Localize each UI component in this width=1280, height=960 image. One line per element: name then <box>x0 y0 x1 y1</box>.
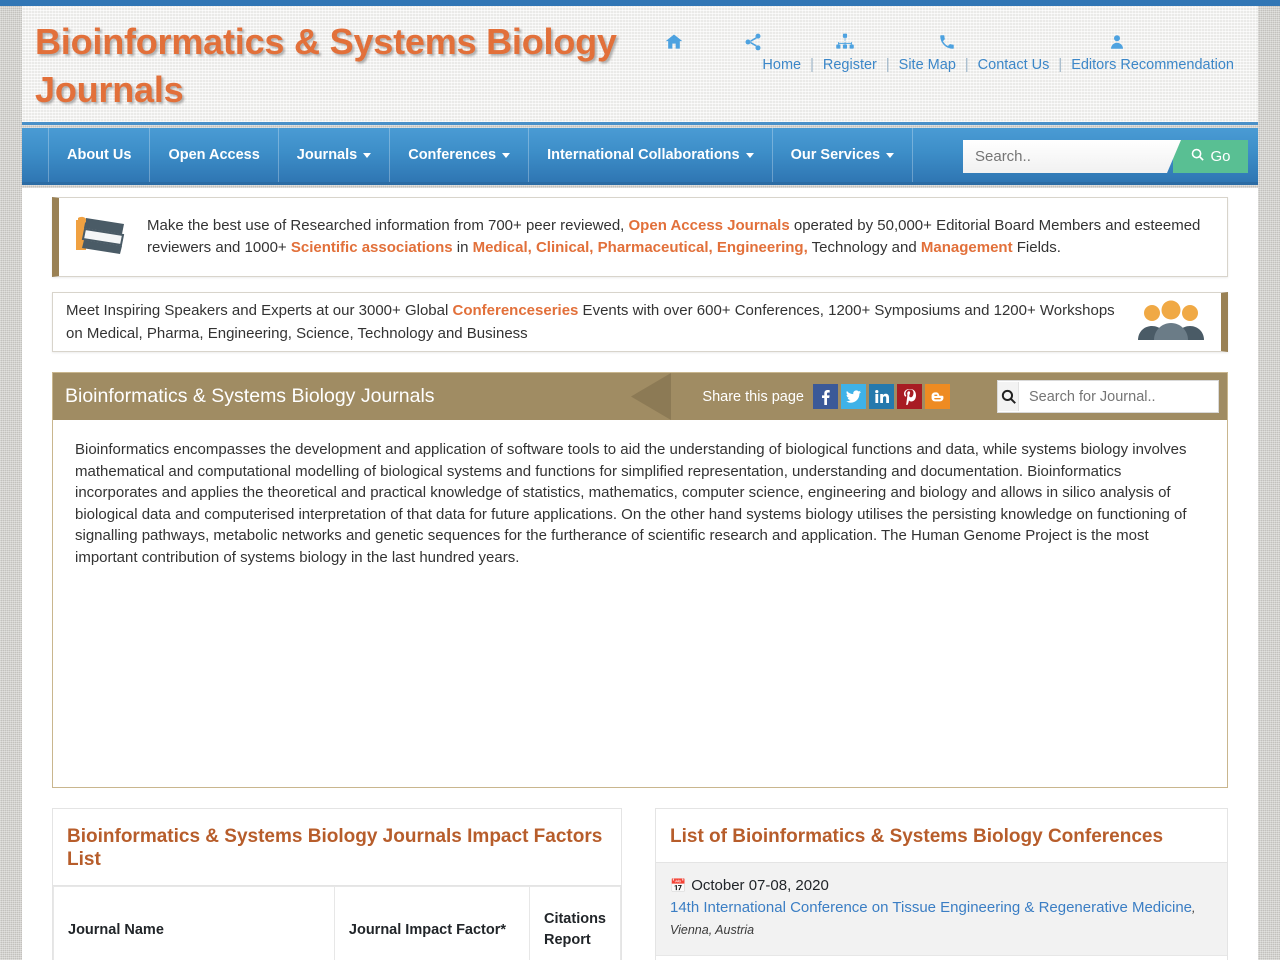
conferences-banner: Meet Inspiring Speakers and Experts at o… <box>52 292 1228 352</box>
conference-item: 📅 October 07-08, 2020 14th International C… <box>656 863 1227 956</box>
journal-search-icon[interactable] <box>998 382 1019 411</box>
header-search: Go <box>963 140 1248 173</box>
column-citations-report: Citations Report <box>528 886 622 960</box>
main-nav: About Us Open Access Journals Conferences In… <box>22 128 1258 185</box>
phone-icon[interactable] <box>894 32 999 52</box>
share-label: Share this page <box>702 388 804 405</box>
conference-title: 14th International Conference on Tissue … <box>670 897 1213 942</box>
open-access-banner-link-11[interactable]: Engineering, <box>717 239 808 256</box>
conferences-banner-text-0: Meet Inspiring Speakers and Experts at o… <box>66 302 453 319</box>
people-group-icon <box>1121 300 1221 345</box>
open-access-banner-link-3[interactable]: Scientific associations <box>291 239 453 256</box>
chevron-down-icon <box>886 152 895 158</box>
nav-item-journals[interactable]: Journals <box>279 128 391 182</box>
nav-item-about-us[interactable]: About Us <box>48 128 151 182</box>
home-icon[interactable] <box>638 32 710 52</box>
section-description: Bioinformatics encompasses the developme… <box>75 441 1187 566</box>
conference-date-label: October 07-08, 2020 <box>691 877 829 894</box>
title-bar-notch <box>631 373 671 420</box>
top-nav-link-home[interactable]: Home <box>762 57 801 73</box>
open-access-banner-text-0: Make the best use of Researched informat… <box>147 217 629 234</box>
facebook-share-icon[interactable] <box>813 384 838 409</box>
nav-item-label: Open Access <box>168 147 260 163</box>
open-access-banner-link-7[interactable]: Clinical, <box>536 239 594 256</box>
top-nav-link-register[interactable]: Register <box>823 57 877 73</box>
nav-item-label: Journals <box>296 147 358 163</box>
linkedin-share-icon[interactable] <box>869 384 894 409</box>
column-impact-factor: Journal Impact Factor* <box>333 886 530 960</box>
nav-item-label: About Us <box>67 147 132 163</box>
books-icon <box>59 212 147 263</box>
open-access-banner-text-4: in <box>452 239 473 256</box>
site-title: Bioinformatics & Systems Biology Journal… <box>35 21 617 110</box>
nav-item-international-collaborations[interactable]: International Collaborations <box>529 128 773 182</box>
search-input[interactable] <box>963 140 1181 173</box>
share-icon[interactable] <box>710 32 796 52</box>
conferences-panel: List of Bioinformatics & Systems Biology… <box>655 808 1228 960</box>
nav-item-open-access[interactable]: Open Access <box>150 128 279 182</box>
conferences-banner-link-1[interactable]: Conferenceseries <box>452 302 578 319</box>
page-title: Bioinformatics & Systems Biology Journal… <box>65 385 435 407</box>
content-area: Make the best use of Researched informat… <box>22 188 1258 960</box>
calendar-icon: 📅 <box>670 878 687 893</box>
section-panel: Bioinformatics & Systems Biology Journal… <box>52 372 1228 788</box>
search-icon <box>1190 147 1205 166</box>
conferences-list: 📅 October 07-08, 2020 14th International C… <box>656 863 1227 960</box>
journal-search <box>997 380 1219 413</box>
top-nav-icons <box>638 32 1234 52</box>
twitter-share-icon[interactable] <box>841 384 866 409</box>
chevron-down-icon <box>502 152 511 158</box>
section-title-bar: Bioinformatics & Systems Biology Journal… <box>53 373 1227 420</box>
column-journal-name: Journal Name <box>53 886 335 960</box>
top-nav-links: Home | Register | Site Map | Contact Us | Editor… <box>634 57 1234 73</box>
sitemap-icon[interactable] <box>796 32 894 52</box>
impact-factors-table: Journal Name Journal Impact Factor* Cita… <box>53 886 622 960</box>
page-root: Bioinformatics & Systems Biology Journal… <box>0 0 1280 960</box>
top-nav-separator: | <box>964 57 969 73</box>
open-access-banner-text-12: Technology and <box>807 239 921 256</box>
blogger-share-icon[interactable] <box>925 384 950 409</box>
open-access-banner-link-1[interactable]: Open Access Journals <box>629 217 790 234</box>
impact-factors-panel: Bioinformatics & Systems Biology Journal… <box>52 808 622 960</box>
top-nav-separator: | <box>810 57 814 73</box>
nav-item-label: Our Services <box>790 147 881 163</box>
top-nav-link-contact-us[interactable]: Contact Us <box>978 57 1050 73</box>
search-go-label: Go <box>1210 148 1231 165</box>
conference-date: 📅 October 07-08, 2020 <box>670 875 1213 897</box>
impact-factors-heading: Bioinformatics & Systems Biology Journal… <box>67 826 603 870</box>
top-nav-link-site-map[interactable]: Site Map <box>899 57 956 73</box>
nav-item-our-services[interactable]: Our Services <box>773 128 914 182</box>
conferences-header: List of Bioinformatics & Systems Biology… <box>656 809 1227 863</box>
impact-factors-header: Bioinformatics & Systems Biology Journal… <box>53 809 621 886</box>
nav-item-label: Conferences <box>408 147 497 163</box>
open-access-banner-link-13[interactable]: Management <box>921 239 1013 256</box>
table-header-row: Journal Name Journal Impact Factor* Cita… <box>53 886 622 960</box>
conference-item: 📅October 14-15, 202010th International C… <box>656 956 1227 960</box>
conferences-heading: List of Bioinformatics & Systems Biology… <box>670 826 1164 847</box>
top-nav-link-editors-recommendation[interactable]: Editors Recommendation <box>1071 57 1234 73</box>
nav-item-label: International Collaborations <box>547 147 740 163</box>
open-access-banner-text: Make the best use of Researched informat… <box>147 215 1227 259</box>
open-access-banner-link-9[interactable]: Pharmaceutical, <box>598 239 713 256</box>
chevron-down-icon <box>745 152 754 158</box>
nav-item-conferences[interactable]: Conferences <box>390 128 530 182</box>
chevron-down-icon <box>363 152 372 158</box>
journal-search-input[interactable] <box>1019 381 1218 412</box>
top-nav-separator: | <box>1058 57 1063 73</box>
user-icon[interactable] <box>999 32 1234 52</box>
open-access-banner-text-14: Fields. <box>1012 239 1061 256</box>
conference-link[interactable]: 14th International Conference on Tissue … <box>670 899 1192 916</box>
share-and-search: Share this page <box>702 373 1219 420</box>
open-access-banner: Make the best use of Researched informat… <box>52 197 1228 277</box>
masthead: Bioinformatics & Systems Biology Journal… <box>22 6 1258 125</box>
search-go-button[interactable]: Go <box>1173 140 1248 173</box>
open-access-banner-link-5[interactable]: Medical, <box>473 239 532 256</box>
pinterest-share-icon[interactable] <box>897 384 922 409</box>
top-nav: Home | Register | Site Map | Contact Us | Editor… <box>634 32 1234 73</box>
conferences-banner-text: Meet Inspiring Speakers and Experts at o… <box>53 299 1121 345</box>
top-nav-separator: | <box>885 57 890 73</box>
